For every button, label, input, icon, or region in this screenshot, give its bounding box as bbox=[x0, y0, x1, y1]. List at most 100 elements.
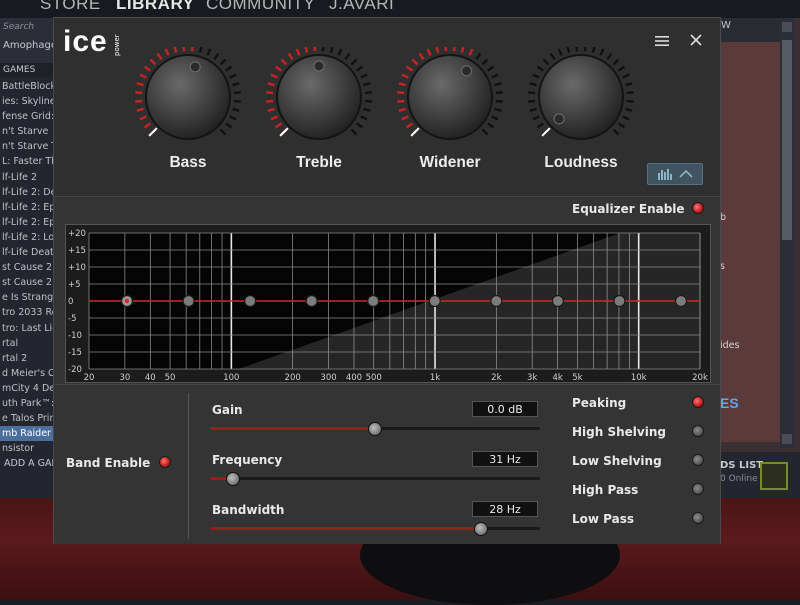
game-list-item[interactable]: rtal bbox=[0, 336, 60, 351]
detail-text: ides bbox=[720, 340, 740, 351]
game-list-item[interactable]: lf-Life Death bbox=[0, 245, 60, 260]
close-icon[interactable] bbox=[687, 31, 705, 49]
knob-tick bbox=[536, 122, 545, 129]
menu-icon[interactable] bbox=[653, 33, 671, 49]
filter-type-high-pass-radio[interactable] bbox=[692, 483, 704, 495]
eq-band-handle[interactable] bbox=[367, 294, 380, 308]
x-tick-label: 30 bbox=[119, 373, 130, 382]
game-list-item[interactable]: nsistor bbox=[0, 441, 60, 456]
game-list-item[interactable]: n't Starve bbox=[0, 124, 60, 139]
bass-label: Bass bbox=[169, 154, 207, 171]
x-tick-label: 300 bbox=[320, 373, 336, 382]
knob-body[interactable] bbox=[407, 54, 493, 140]
game-list-item[interactable]: lf-Life 2: Los bbox=[0, 230, 60, 245]
treble-knob[interactable] bbox=[259, 47, 379, 167]
filter-type-low-shelving-radio[interactable] bbox=[692, 454, 704, 466]
bandwidth-value-field[interactable]: 28 Hz bbox=[472, 501, 538, 517]
filter-type-high-shelving-radio[interactable] bbox=[692, 425, 704, 437]
frequency-value-field[interactable]: 31 Hz bbox=[472, 451, 538, 467]
eq-band-handle[interactable] bbox=[674, 294, 688, 308]
game-list-item[interactable]: ies: Skylines bbox=[0, 94, 60, 109]
knob-tick bbox=[224, 65, 233, 72]
frequency-slider[interactable] bbox=[210, 472, 540, 486]
game-list-item[interactable]: d Meier's Civi bbox=[0, 366, 60, 381]
knob-body[interactable] bbox=[145, 54, 231, 140]
gain-value-field[interactable]: 0.0 dB bbox=[472, 401, 538, 417]
knob-tick bbox=[360, 115, 368, 121]
nav-community[interactable]: COMMUNITY bbox=[206, 0, 315, 14]
pinned-item[interactable]: Amophage bbox=[3, 40, 57, 51]
detail-content bbox=[720, 42, 780, 442]
band-controls: Band Enable Gain 0.0 dB Frequency 31 Hz … bbox=[54, 384, 720, 544]
scroll-thumb[interactable] bbox=[782, 40, 792, 240]
game-list-item[interactable]: e Talos Princ bbox=[0, 411, 60, 426]
equalizer-enable-led[interactable] bbox=[692, 202, 704, 214]
x-tick-label: 20 bbox=[84, 373, 95, 382]
knob-tick bbox=[397, 99, 405, 103]
bass-knob[interactable] bbox=[128, 47, 248, 167]
filter-type-low-pass-radio[interactable] bbox=[692, 512, 704, 524]
game-list-item[interactable]: mCity 4 Delu bbox=[0, 381, 60, 396]
eq-graph[interactable]: +20 +15 +10 +5 0 -5 -10 -15 -20 20 30 40 50 100 200 300… bbox=[65, 224, 711, 383]
game-list-item[interactable]: e Is Strange" bbox=[0, 290, 60, 305]
frequency-slider-thumb[interactable] bbox=[226, 472, 241, 486]
eq-toggle-button[interactable] bbox=[647, 163, 703, 185]
eq-band-handle[interactable] bbox=[490, 294, 503, 308]
friends-list-button[interactable]: DS LIST bbox=[720, 460, 763, 471]
widener-knob[interactable] bbox=[390, 47, 510, 167]
add-game-button[interactable]: ADD A GAM bbox=[4, 458, 60, 469]
avatar[interactable] bbox=[760, 462, 788, 490]
game-list-item[interactable]: mb Raider - I bbox=[0, 426, 60, 442]
games-list: BattleBlock Theies: Skylinesfense Grid: … bbox=[0, 79, 60, 456]
loudness-knob[interactable] bbox=[521, 47, 641, 167]
eq-band-handle[interactable] bbox=[305, 294, 318, 308]
eq-band-handle[interactable] bbox=[551, 294, 564, 308]
knob-tick bbox=[190, 47, 194, 52]
game-list-item[interactable]: uth Park™: T bbox=[0, 396, 60, 411]
view-label[interactable]: W bbox=[721, 20, 731, 31]
nav-user[interactable]: J.AVARI bbox=[329, 0, 394, 14]
game-list-item[interactable]: BattleBlock The bbox=[0, 79, 60, 94]
x-tick-label: 400 bbox=[346, 373, 362, 382]
detail-heading: ES bbox=[720, 395, 739, 411]
bandwidth-slider-thumb[interactable] bbox=[473, 522, 488, 536]
game-list-item[interactable]: lf-Life 2: Epi bbox=[0, 215, 60, 230]
eq-band-handle[interactable] bbox=[182, 294, 195, 308]
search-input[interactable]: Search bbox=[3, 22, 34, 32]
filter-type-peaking-radio[interactable] bbox=[692, 396, 704, 408]
knob-tick bbox=[182, 47, 186, 52]
games-header[interactable]: GAMES bbox=[0, 63, 60, 77]
game-list-item[interactable]: lf-Life 2: Dea bbox=[0, 185, 60, 200]
eq-band-handle[interactable] bbox=[428, 294, 441, 308]
knob-pointer bbox=[189, 61, 201, 73]
band-enable-led[interactable] bbox=[159, 456, 171, 468]
bandwidth-label: Bandwidth bbox=[212, 503, 285, 517]
game-list-item[interactable]: lf-Life 2: Epi bbox=[0, 200, 60, 215]
y-tick-label: -20 bbox=[68, 365, 82, 375]
game-list-item[interactable]: n't Starve To bbox=[0, 139, 60, 154]
game-list-item[interactable]: st Cause 2 bbox=[0, 260, 60, 275]
game-list-item[interactable]: tro: Last Lig bbox=[0, 321, 60, 336]
bandwidth-slider[interactable] bbox=[210, 522, 540, 536]
knob-body[interactable] bbox=[538, 54, 624, 140]
nav-store[interactable]: STORE bbox=[40, 0, 101, 14]
game-list-item[interactable]: tro 2033 Re bbox=[0, 305, 60, 320]
knob-tick bbox=[135, 99, 143, 103]
knob-tick bbox=[139, 73, 147, 79]
nav-library[interactable]: LIBRARY bbox=[116, 0, 194, 14]
gain-slider[interactable] bbox=[210, 422, 540, 436]
scroll-up-arrow-icon[interactable] bbox=[782, 22, 792, 32]
knob-tick bbox=[280, 58, 288, 66]
eq-band-handle[interactable] bbox=[613, 294, 626, 308]
game-list-item[interactable]: st Cause 2: M bbox=[0, 275, 60, 290]
eq-band-handle[interactable] bbox=[244, 294, 257, 308]
knob-tick bbox=[364, 91, 372, 95]
band-enable-label: Band Enable bbox=[66, 456, 151, 470]
game-list-item[interactable]: fense Grid: T bbox=[0, 109, 60, 124]
eq-graph-canvas[interactable]: +20 +15 +10 +5 0 -5 -10 -15 -2020 30 40 50 100 200 300… bbox=[66, 225, 710, 382]
game-list-item[interactable]: lf-Life 2 bbox=[0, 170, 60, 185]
game-list-item[interactable]: L: Faster Tha bbox=[0, 154, 60, 169]
gain-slider-thumb[interactable] bbox=[368, 422, 382, 436]
scroll-down-arrow-icon[interactable] bbox=[782, 434, 792, 444]
game-list-item[interactable]: rtal 2 bbox=[0, 351, 60, 366]
